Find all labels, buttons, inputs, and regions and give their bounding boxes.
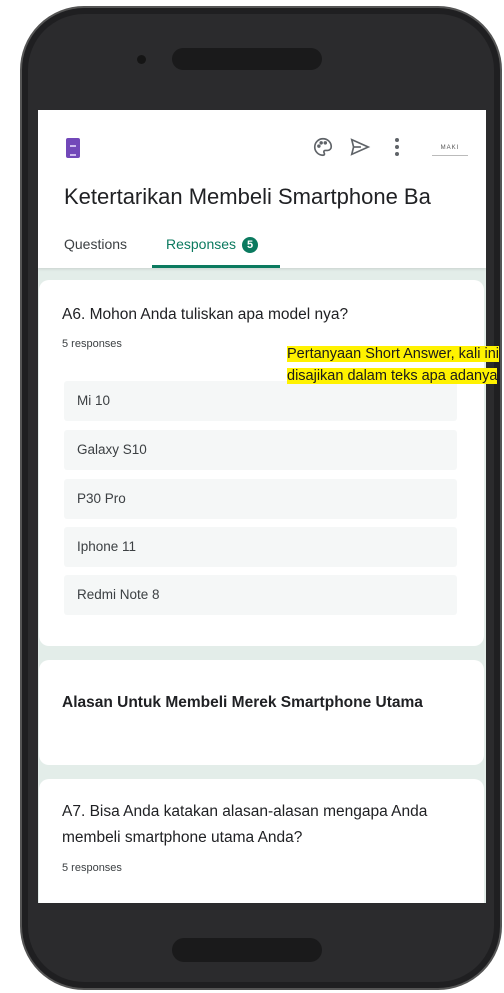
annotation-line-2: disajikan dalam teks apa adanya [287,368,498,384]
list-item: P30 Pro [64,479,457,519]
response-count: 5 responses [62,862,122,874]
list-item: Galaxy S10 [64,430,457,470]
tab-questions[interactable]: Questions [64,236,127,268]
speaker [172,48,322,70]
question-card-a6: A6. Mohon Anda tuliskan apa model nya? 5… [39,280,484,646]
tab-questions-label: Questions [64,236,128,252]
annotation-callout: Pertanyaan Short Answer, kali ini disaji… [287,343,501,387]
palette-icon[interactable] [310,134,336,160]
list-item: Iphone 11 [64,527,457,567]
camera [137,55,146,64]
section-card: Alasan Untuk Membeli Merek Smartphone Ut… [39,660,484,765]
form-title: Ketertarikan Membeli Smartphone Ba [64,184,431,209]
list-item: Redmi Note 8 [64,575,457,615]
tab-responses[interactable]: Responses 5 [152,236,280,268]
question-card-a7: A7. Bisa Anda katakan alasan-alasan meng… [39,779,484,903]
section-title: Alasan Untuk Membeli Merek Smartphone Ut… [62,694,423,711]
app-bar: MAKI Ketertarikan Membeli Smartphone Ba … [38,110,486,268]
account-avatar[interactable]: MAKI [432,140,468,156]
more-vert-icon[interactable] [384,134,410,160]
annotation-line-1: Pertanyaan Short Answer, kali ini [287,346,499,362]
response-count: 5 responses [62,338,122,350]
forms-logo-icon[interactable] [66,138,80,158]
list-item: Mi 10 [64,381,457,421]
responses-count-badge: 5 [242,237,259,253]
tab-responses-label: Responses [166,236,237,252]
question-title: A7. Bisa Anda katakan alasan-alasan meng… [62,803,428,846]
send-icon[interactable] [347,134,373,160]
screen: MAKI Ketertarikan Membeli Smartphone Ba … [38,110,486,903]
question-title: A6. Mohon Anda tuliskan apa model nya? [62,306,349,323]
home-bar [172,938,322,962]
